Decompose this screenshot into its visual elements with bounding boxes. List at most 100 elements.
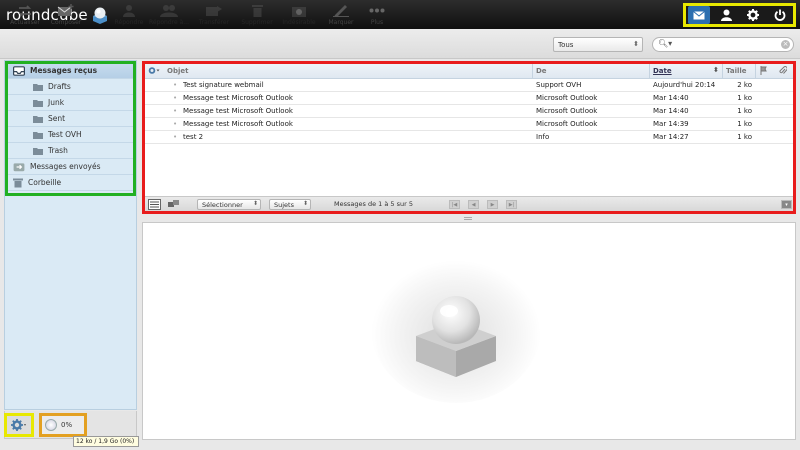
folder-label: Drafts xyxy=(48,82,71,91)
reply-all-label: Répondre à... xyxy=(148,19,189,26)
preview-pane xyxy=(142,222,796,440)
folder-icon xyxy=(33,115,43,123)
forward-button[interactable]: Transférer xyxy=(193,2,235,30)
reply-all-button[interactable]: Répondre à... xyxy=(148,2,190,30)
clear-search-icon[interactable]: × xyxy=(781,40,790,49)
row-size: 2 ko xyxy=(737,81,752,89)
row-from: Microsoft Outlook xyxy=(536,107,598,115)
folder-icon xyxy=(33,147,43,155)
filter-select[interactable]: Tous ⬍ xyxy=(553,37,643,52)
threads-dropdown[interactable]: Sujets ⬍ xyxy=(269,199,311,210)
reply-all-icon xyxy=(160,5,178,17)
sort-arrow-icon: ⬍ xyxy=(713,66,719,74)
compose-button[interactable]: Composer xyxy=(45,2,87,30)
row-from: Support OVH xyxy=(536,81,582,89)
row-date: Mar 14:40 xyxy=(653,94,689,102)
column-divider xyxy=(722,64,723,79)
folder-label: Test OVH xyxy=(48,130,82,139)
column-divider xyxy=(755,64,756,79)
list-options-icon[interactable] xyxy=(148,66,160,77)
folder-messages-envoyes[interactable]: Messages envoyés xyxy=(5,159,136,175)
folder-drafts[interactable]: Drafts xyxy=(5,79,136,95)
column-from[interactable]: De xyxy=(536,67,547,75)
more-icon xyxy=(369,8,385,13)
table-row[interactable]: • Test signature webmail Support OVH Auj… xyxy=(145,79,793,92)
threads-label: Sujets xyxy=(274,201,294,209)
folder-icon xyxy=(33,99,43,107)
select-dropdown[interactable]: Sélectionner ⬍ xyxy=(197,199,261,210)
table-row[interactable]: • test 2 Info Mar 14:27 1 ko xyxy=(145,131,793,144)
column-date[interactable]: Date xyxy=(653,67,672,75)
pane-splitter[interactable] xyxy=(464,217,472,220)
column-size[interactable]: Taille xyxy=(726,67,747,75)
more-button[interactable]: Plus xyxy=(356,2,398,30)
row-date: Mar 14:27 xyxy=(653,133,689,141)
contacts-icon[interactable] xyxy=(715,6,737,24)
refresh-icon xyxy=(18,4,32,17)
message-count: Messages de 1 à 5 sur 5 xyxy=(334,200,413,208)
table-row[interactable]: • Message test Microsoft Outlook Microso… xyxy=(145,105,793,118)
delete-button[interactable]: Supprimer xyxy=(236,2,278,30)
row-subject: Message test Microsoft Outlook xyxy=(183,107,293,115)
row-date: Mar 14:40 xyxy=(653,107,689,115)
search-input[interactable]: 🔍︎▾ × xyxy=(652,37,794,52)
folder-junk[interactable]: Junk xyxy=(5,95,136,111)
row-size: 1 ko xyxy=(737,94,752,102)
reply-icon xyxy=(123,5,135,17)
logout-power-icon[interactable] xyxy=(769,6,791,24)
thread-dot-icon: • xyxy=(173,94,178,102)
mail-icon[interactable] xyxy=(688,6,711,24)
compose-icon xyxy=(57,4,74,16)
thread-dot-icon: • xyxy=(173,133,178,141)
folder-settings-button[interactable] xyxy=(4,413,34,437)
folder-inbox[interactable]: Messages reçus xyxy=(5,63,136,79)
list-header: Objet De Date ⬍ Taille xyxy=(145,64,793,79)
prev-page-icon[interactable]: ◀ xyxy=(468,200,479,209)
mark-label: Marquer xyxy=(328,19,354,26)
quota-pie-icon xyxy=(45,419,57,431)
roundcube-watermark-icon xyxy=(371,253,541,403)
row-subject: Message test Microsoft Outlook xyxy=(183,94,293,102)
folder-label: Messages reçus xyxy=(30,66,98,75)
collapse-preview-icon[interactable]: ▾ xyxy=(781,200,792,209)
first-page-icon[interactable]: |◀ xyxy=(449,200,460,209)
inbox-icon xyxy=(13,65,25,76)
threads-view-icon[interactable] xyxy=(168,200,180,211)
quota-indicator[interactable]: 0% xyxy=(39,413,87,437)
last-page-icon[interactable]: ▶| xyxy=(506,200,517,209)
folder-corbeille[interactable]: Corbeille xyxy=(5,175,136,191)
folder-trash[interactable]: Trash xyxy=(5,143,136,159)
folder-test-ovh[interactable]: Test OVH xyxy=(5,127,136,143)
spam-icon xyxy=(292,6,306,17)
row-from: Info xyxy=(536,133,550,141)
next-page-icon[interactable]: ▶ xyxy=(487,200,498,209)
folder-label: Junk xyxy=(48,98,65,107)
folder-icon xyxy=(33,83,43,91)
attachment-column-icon[interactable] xyxy=(779,66,788,77)
folder-label: Trash xyxy=(48,146,68,155)
filter-value: Tous xyxy=(558,41,574,49)
settings-gear-icon[interactable] xyxy=(742,6,764,24)
refresh-button[interactable]: Actualiser xyxy=(4,2,46,30)
select-arrow-icon: ⬍ xyxy=(302,200,308,207)
select-arrow-icon: ⬍ xyxy=(633,40,639,48)
flag-column-icon[interactable] xyxy=(760,66,767,77)
delete-label: Supprimer xyxy=(241,19,273,26)
thread-dot-icon: • xyxy=(173,120,178,128)
reply-button[interactable]: Répondre xyxy=(108,2,150,30)
table-row[interactable]: • Message test Microsoft Outlook Microso… xyxy=(145,92,793,105)
column-subject[interactable]: Objet xyxy=(167,67,188,75)
folder-sent[interactable]: Sent xyxy=(5,111,136,127)
delete-icon xyxy=(251,5,263,17)
quota-percent: 0% xyxy=(61,421,73,429)
thread-dot-icon: • xyxy=(173,81,178,89)
table-row[interactable]: • Message test Microsoft Outlook Microso… xyxy=(145,118,793,131)
row-size: 1 ko xyxy=(737,133,752,141)
list-view-icon[interactable] xyxy=(148,199,161,212)
list-footer: Sélectionner ⬍ Sujets ⬍ Messages de 1 à … xyxy=(145,196,793,211)
spam-button[interactable]: Indésirable xyxy=(278,2,320,30)
row-subject: test 2 xyxy=(183,133,204,141)
search-icon[interactable]: 🔍︎▾ xyxy=(658,39,672,48)
logo-cube-icon xyxy=(90,5,110,25)
quota-tooltip: 12 ko / 1,9 Go (0%) xyxy=(73,436,139,447)
